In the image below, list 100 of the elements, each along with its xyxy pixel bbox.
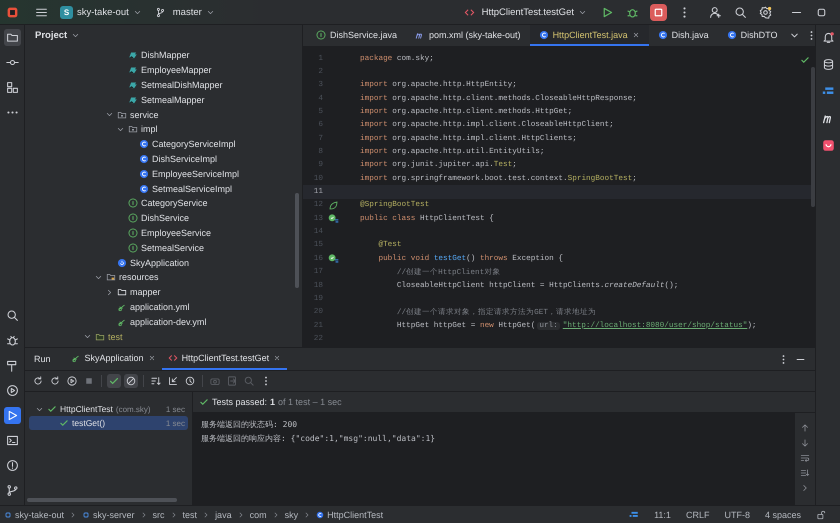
indent-setting[interactable]: 4 spaces — [764, 510, 801, 520]
test-name: testGet() — [72, 418, 106, 428]
tree-item[interactable]: SkyApplication — [130, 258, 190, 268]
tab-label: pom.xml (sky-take-out) — [429, 30, 521, 40]
editor-tab[interactable]: Dish.java — [648, 25, 718, 46]
tree-item[interactable]: DishService — [141, 213, 190, 224]
tree-item[interactable]: impl — [141, 124, 158, 134]
tree-item[interactable]: test — [108, 332, 123, 342]
wrap-icon[interactable] — [800, 453, 810, 463]
tab-label: HttpClientTest.java — [552, 30, 628, 40]
run-icon[interactable] — [4, 407, 20, 424]
class-icon — [316, 510, 324, 518]
interface-icon — [128, 213, 138, 224]
tree-item[interactable]: EmployeeMapper — [141, 65, 212, 76]
tree-item[interactable]: SetmealMapper — [141, 94, 205, 105]
cursor-position[interactable]: 11:1 — [654, 510, 671, 520]
class-icon — [538, 30, 549, 40]
tree-item[interactable]: application.yml — [130, 302, 190, 312]
breadcrumb[interactable]: sky-take-out — [15, 510, 64, 520]
tree-item[interactable]: service — [130, 110, 159, 120]
tree-item[interactable]: DishMapper — [141, 50, 190, 60]
run-test-icon[interactable] — [328, 253, 339, 264]
tree-item[interactable]: DishServiceImpl — [152, 154, 218, 164]
folder-icon[interactable] — [4, 29, 20, 46]
breadcrumb[interactable]: com — [250, 510, 267, 520]
tree-item[interactable]: SetmealServiceImpl — [152, 184, 232, 194]
test-tree-item[interactable]: testGet() 1 sec — [29, 416, 188, 430]
line-ending[interactable]: CRLF — [686, 510, 710, 520]
app-logo-icon[interactable] — [6, 6, 19, 18]
editor-tab[interactable]: pom.xml (sky-take-out) — [406, 25, 530, 46]
play-circle-icon[interactable] — [65, 374, 79, 388]
clock-icon[interactable] — [183, 374, 197, 388]
branch-selector[interactable]: master — [172, 6, 202, 18]
test-time: 1 sec — [166, 418, 185, 428]
summary-detail: of 1 test – 1 sec — [278, 397, 342, 407]
test-package: (com.sky) — [116, 404, 151, 414]
interface-icon — [128, 228, 138, 238]
scrollbar[interactable] — [295, 193, 299, 288]
close-icon[interactable] — [632, 30, 640, 38]
run-icon[interactable] — [601, 6, 614, 18]
up-arrow-icon[interactable] — [800, 423, 810, 433]
class-icon — [139, 154, 149, 164]
encoding[interactable]: UTF-8 — [724, 510, 750, 520]
down-arrow-icon[interactable] — [800, 438, 810, 448]
settings-icon[interactable] — [759, 6, 772, 18]
plugin-icon[interactable] — [629, 510, 640, 520]
tree-item[interactable]: application-dev.yml — [130, 316, 206, 327]
tab-label: SkyApplication — [84, 353, 144, 363]
breadcrumb[interactable]: HttpClientTest — [327, 510, 384, 520]
search-icon[interactable] — [734, 6, 747, 18]
breadcrumb[interactable]: src — [152, 510, 165, 520]
breadcrumb[interactable]: test — [182, 510, 198, 520]
module-icon — [82, 510, 90, 518]
tree-item[interactable]: mapper — [130, 287, 161, 298]
tree-item[interactable]: SetmealService — [141, 242, 204, 253]
sort-icon[interactable] — [149, 374, 163, 388]
branch-icon[interactable] — [154, 6, 166, 18]
tree-item[interactable]: CategoryServiceImpl — [152, 139, 236, 150]
tree-item[interactable]: EmployeeService — [141, 228, 212, 238]
tab-label: DishService.java — [330, 30, 398, 40]
breadcrumb[interactable]: sky-server — [93, 510, 135, 520]
add-user-icon[interactable] — [709, 6, 722, 18]
run-test-icon[interactable] — [328, 213, 339, 224]
class-icon — [139, 168, 149, 179]
stop-button[interactable] — [650, 4, 667, 20]
editor-tab[interactable]: DishDTO — [718, 25, 786, 46]
tree-item[interactable]: resources — [119, 272, 159, 282]
import-icon[interactable] — [166, 374, 180, 388]
run-tab[interactable]: SkyApplication — [64, 348, 162, 370]
run-tab[interactable]: HttpClientTest.testGet — [162, 348, 288, 370]
lock-icon[interactable] — [816, 510, 826, 520]
class-icon — [658, 30, 668, 40]
tree-item[interactable]: CategoryService — [141, 198, 208, 208]
summary-label: Tests passed: — [212, 397, 268, 407]
run-config-selector[interactable]: HttpClientTest.testGet — [482, 6, 574, 18]
leaf-icon[interactable] — [328, 200, 339, 211]
scroll-end-icon[interactable] — [800, 468, 810, 478]
restore-icon[interactable] — [815, 6, 828, 18]
interface-icon — [128, 198, 138, 208]
bird-icon — [128, 50, 138, 60]
show-passed-icon[interactable] — [107, 374, 121, 388]
test-name: HttpClientTest — [60, 404, 113, 414]
tree-item[interactable]: SetmealDishMapper — [141, 80, 223, 90]
tree-item[interactable]: EmployeeServiceImpl — [152, 168, 240, 179]
bird-icon — [128, 94, 138, 105]
caret-icon[interactable] — [71, 31, 80, 40]
project-badge: S — [60, 6, 73, 18]
editor-tab[interactable]: HttpClientTest.java — [530, 25, 649, 46]
close-icon[interactable] — [148, 354, 156, 362]
project-selector[interactable]: sky-take-out — [77, 6, 129, 18]
show-ignored-icon[interactable] — [124, 374, 138, 388]
package-icon — [117, 110, 127, 120]
panel-title[interactable]: Project — [35, 30, 68, 41]
scrollbar[interactable] — [27, 498, 177, 502]
test-tree-item[interactable]: HttpClientTest (com.sky) 1 sec — [29, 402, 188, 416]
editor-tab[interactable]: DishService.java — [307, 25, 406, 46]
close-icon[interactable] — [273, 354, 282, 362]
breadcrumb[interactable]: java — [215, 510, 232, 520]
menu-icon[interactable] — [35, 6, 48, 18]
breadcrumb[interactable]: sky — [284, 510, 298, 520]
